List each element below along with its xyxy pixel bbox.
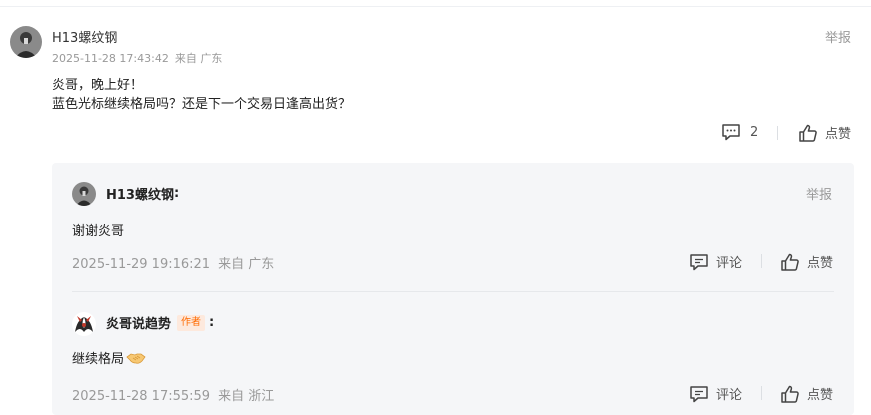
reply-location: 来自 广东 <box>218 257 275 272</box>
comment-body: 炎哥，晚上好！ 蓝色光标继续格局吗？还是下一个交易日逢高出货？ <box>52 76 351 114</box>
reply-count-button[interactable]: 2 <box>721 123 758 141</box>
reply-comment-button[interactable]: 评论 <box>689 252 742 271</box>
reply-divider <box>72 291 834 292</box>
action-divider <box>761 254 762 268</box>
comment-line: 炎哥，晚上好！ <box>52 78 144 93</box>
comment-icon <box>689 385 709 403</box>
reply-meta: 2025-11-29 19:16:21 来自 广东 <box>72 253 274 272</box>
reply-username[interactable]: 炎哥说趋势 作者: <box>106 313 214 332</box>
handshake-emoji <box>126 351 146 365</box>
reply-like-button[interactable]: 点赞 <box>780 384 833 403</box>
like-label: 点赞 <box>807 388 834 403</box>
reply-username-text: H13螺纹钢 <box>106 188 174 203</box>
top-divider <box>0 6 871 7</box>
reply-timestamp: 2025-11-29 19:16:21 <box>72 257 211 272</box>
reply-text: 谢谢炎哥 <box>72 224 125 239</box>
reply-colon: : <box>209 315 215 330</box>
author-avatar[interactable] <box>72 312 96 336</box>
comment-meta: 2025-11-28 17:43:42 来自 广东 <box>52 50 222 66</box>
comment-label: 评论 <box>716 256 743 271</box>
reply-timestamp: 2025-11-28 17:55:59 <box>72 389 211 404</box>
like-label: 点赞 <box>807 256 834 271</box>
action-divider <box>761 386 762 400</box>
reply-like-button[interactable]: 点赞 <box>780 252 833 271</box>
reply-username[interactable]: H13螺纹钢: <box>106 184 179 203</box>
reply-count: 2 <box>750 124 759 140</box>
comment-label: 评论 <box>716 388 743 403</box>
thumbs-up-icon <box>780 253 800 271</box>
comment-location: 来自 广东 <box>174 52 223 65</box>
report-link[interactable]: 举报 <box>825 27 851 46</box>
author-badge: 作者 <box>177 314 206 331</box>
like-label: 点赞 <box>825 127 852 142</box>
comment-icon <box>689 253 709 271</box>
comment-line: 蓝色光标继续格局吗？还是下一个交易日逢高出货？ <box>52 97 352 112</box>
user-avatar[interactable] <box>10 26 42 58</box>
reply-text-content: 继续格局 <box>72 352 125 367</box>
thumbs-up-icon <box>780 385 800 403</box>
reply-comment-button[interactable]: 评论 <box>689 384 742 403</box>
reply-username-text: 炎哥说趋势 <box>106 317 172 332</box>
reply-report-link[interactable]: 举报 <box>806 184 832 203</box>
reply-colon: : <box>173 186 180 201</box>
comment-timestamp: 2025-11-28 17:43:42 <box>52 52 169 65</box>
reply-text: 继续格局 <box>72 348 146 367</box>
reply-avatar[interactable] <box>72 182 96 206</box>
comment-icon <box>721 123 741 141</box>
reply-location: 来自 浙江 <box>218 389 275 404</box>
comment-username[interactable]: H13螺纹钢 <box>52 27 117 46</box>
action-divider <box>777 126 778 140</box>
reply-meta: 2025-11-28 17:55:59 来自 浙江 <box>72 385 274 404</box>
thumbs-up-icon <box>798 124 818 142</box>
like-button[interactable]: 点赞 <box>798 123 851 142</box>
